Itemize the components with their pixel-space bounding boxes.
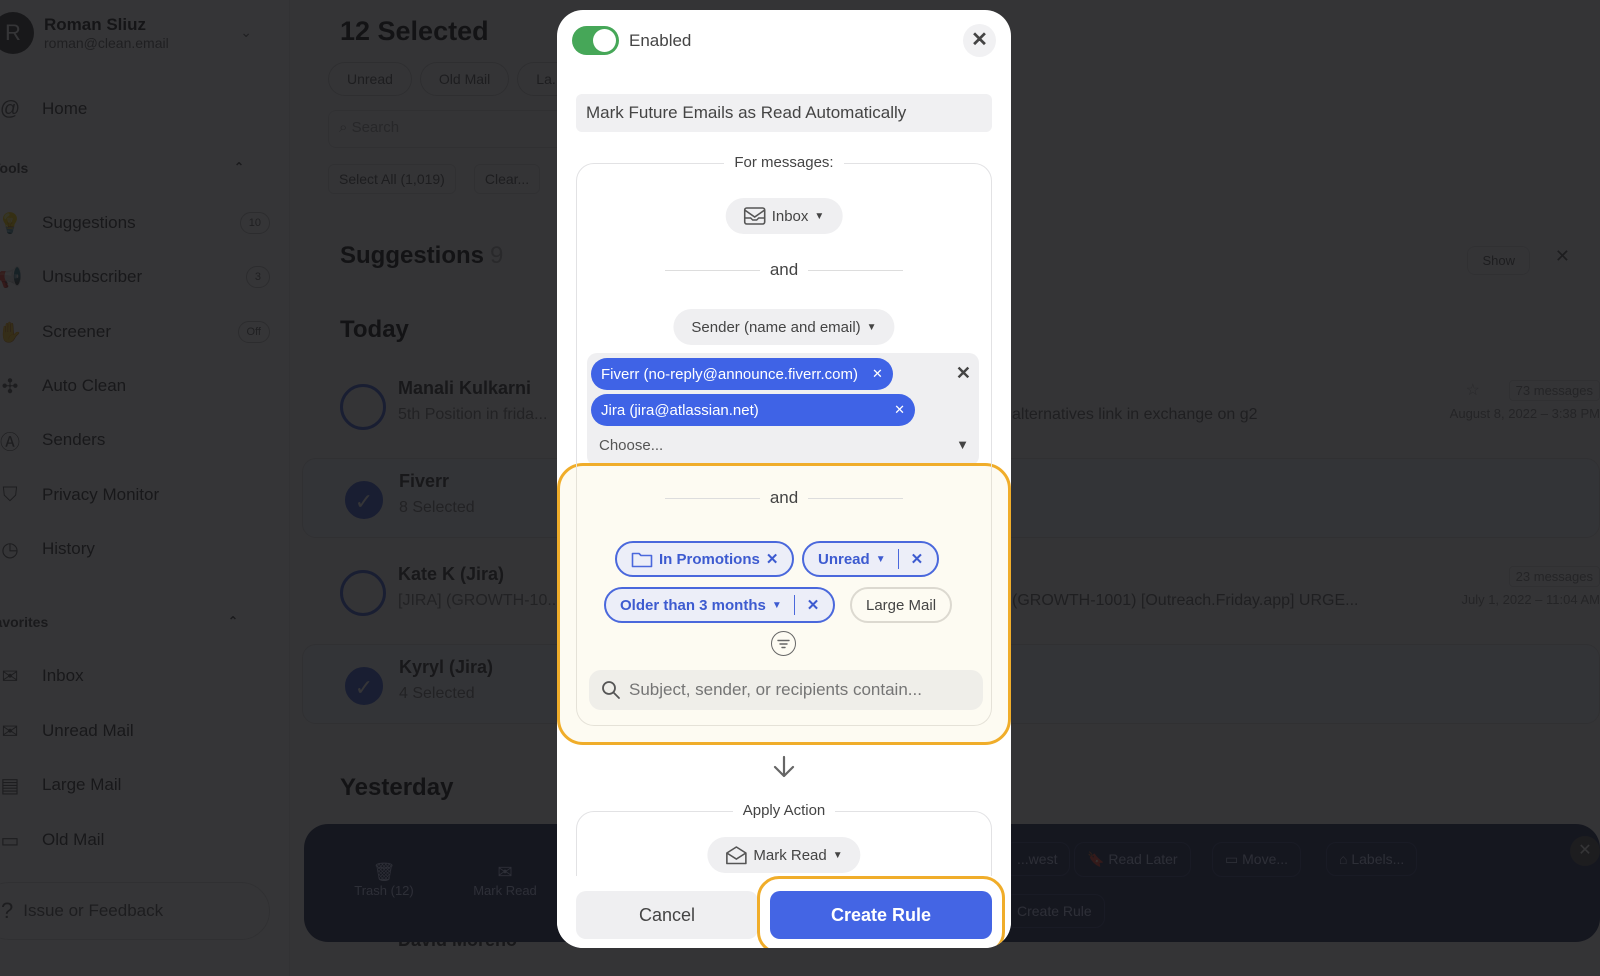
rule-name-input[interactable] (576, 94, 992, 132)
folder-value: Inbox (771, 207, 809, 225)
legend-text: For messages: (724, 154, 844, 171)
keyword-search-field[interactable] (629, 680, 969, 700)
sender-tag-label: Fiverr (no-reply@announce.fiverr.com) (601, 365, 858, 383)
clear-all-icon[interactable]: ✕ (956, 363, 971, 384)
cancel-button[interactable]: Cancel (576, 891, 758, 939)
action-dropdown[interactable]: Mark Read ▼ (707, 837, 861, 873)
and-label: and (769, 488, 799, 507)
condition-label: Large Mail (866, 596, 937, 614)
keyword-search-input[interactable] (589, 670, 983, 710)
remove-tag-icon[interactable]: ✕ (894, 402, 905, 418)
create-rule-button[interactable]: Create Rule (770, 891, 992, 939)
remove-tag-icon[interactable]: ✕ (872, 366, 883, 382)
inbox-icon (743, 207, 766, 225)
condition-large-mail[interactable]: Large Mail (850, 587, 953, 623)
remove-condition-icon[interactable]: ✕ (911, 550, 924, 568)
condition-unread[interactable]: Unread ▼ ✕ (802, 541, 940, 577)
chevron-down-icon[interactable]: ▼ (956, 437, 969, 452)
close-icon: ✕ (971, 29, 988, 51)
sender-field-dropdown[interactable]: Sender (name and email) ▼ (673, 309, 895, 345)
highlighted-conditions: and In Promotions ✕ Unread ▼ ✕ Older tha… (557, 463, 1011, 745)
fieldset-legend: Apply Action (577, 802, 991, 820)
sender-field-value: Sender (name and email) (691, 318, 861, 336)
condition-in-promotions[interactable]: In Promotions ✕ (615, 541, 795, 577)
remove-condition-icon[interactable]: ✕ (807, 596, 820, 614)
chevron-down-icon[interactable]: ▼ (772, 600, 782, 611)
toggle-knob (593, 29, 616, 52)
legend-text: Apply Action (732, 802, 836, 819)
remove-condition-icon[interactable]: ✕ (766, 550, 779, 568)
sender-choose-placeholder[interactable]: Choose... (599, 437, 663, 454)
enabled-toggle[interactable] (572, 26, 619, 55)
sender-tag-label: Jira (jira@atlassian.net) (601, 401, 759, 419)
search-icon (601, 680, 621, 700)
sender-tag: Fiverr (no-reply@announce.fiverr.com) ✕ (591, 358, 893, 390)
close-button[interactable]: ✕ (963, 24, 996, 57)
chevron-down-icon: ▼ (866, 321, 877, 333)
folder-dropdown[interactable]: Inbox ▼ (725, 198, 843, 234)
create-rule-dialog: Enabled ✕ For messages: Inbox ▼ and Send… (557, 10, 1011, 948)
filter-icon[interactable] (771, 631, 796, 656)
arrow-down-icon (771, 754, 797, 785)
envelope-open-icon (725, 845, 747, 865)
condition-label: Unread (818, 550, 870, 568)
and-separator: and (665, 260, 903, 280)
and-label: and (769, 260, 799, 279)
action-value: Mark Read (753, 846, 827, 864)
folder-icon (631, 551, 653, 568)
sender-multiselect[interactable]: Fiverr (no-reply@announce.fiverr.com) ✕ … (587, 353, 979, 466)
condition-label: Older than 3 months (620, 596, 766, 614)
condition-older-than[interactable]: Older than 3 months ▼ ✕ (604, 587, 836, 623)
chevron-down-icon: ▼ (832, 849, 843, 861)
sender-tag: Jira (jira@atlassian.net) ✕ (591, 394, 915, 426)
fieldset-legend: For messages: (577, 154, 991, 172)
chevron-down-icon: ▼ (814, 210, 825, 222)
chevron-down-icon[interactable]: ▼ (876, 554, 886, 565)
condition-label: In Promotions (659, 550, 760, 568)
and-separator: and (665, 488, 903, 508)
enabled-label: Enabled (629, 31, 692, 50)
